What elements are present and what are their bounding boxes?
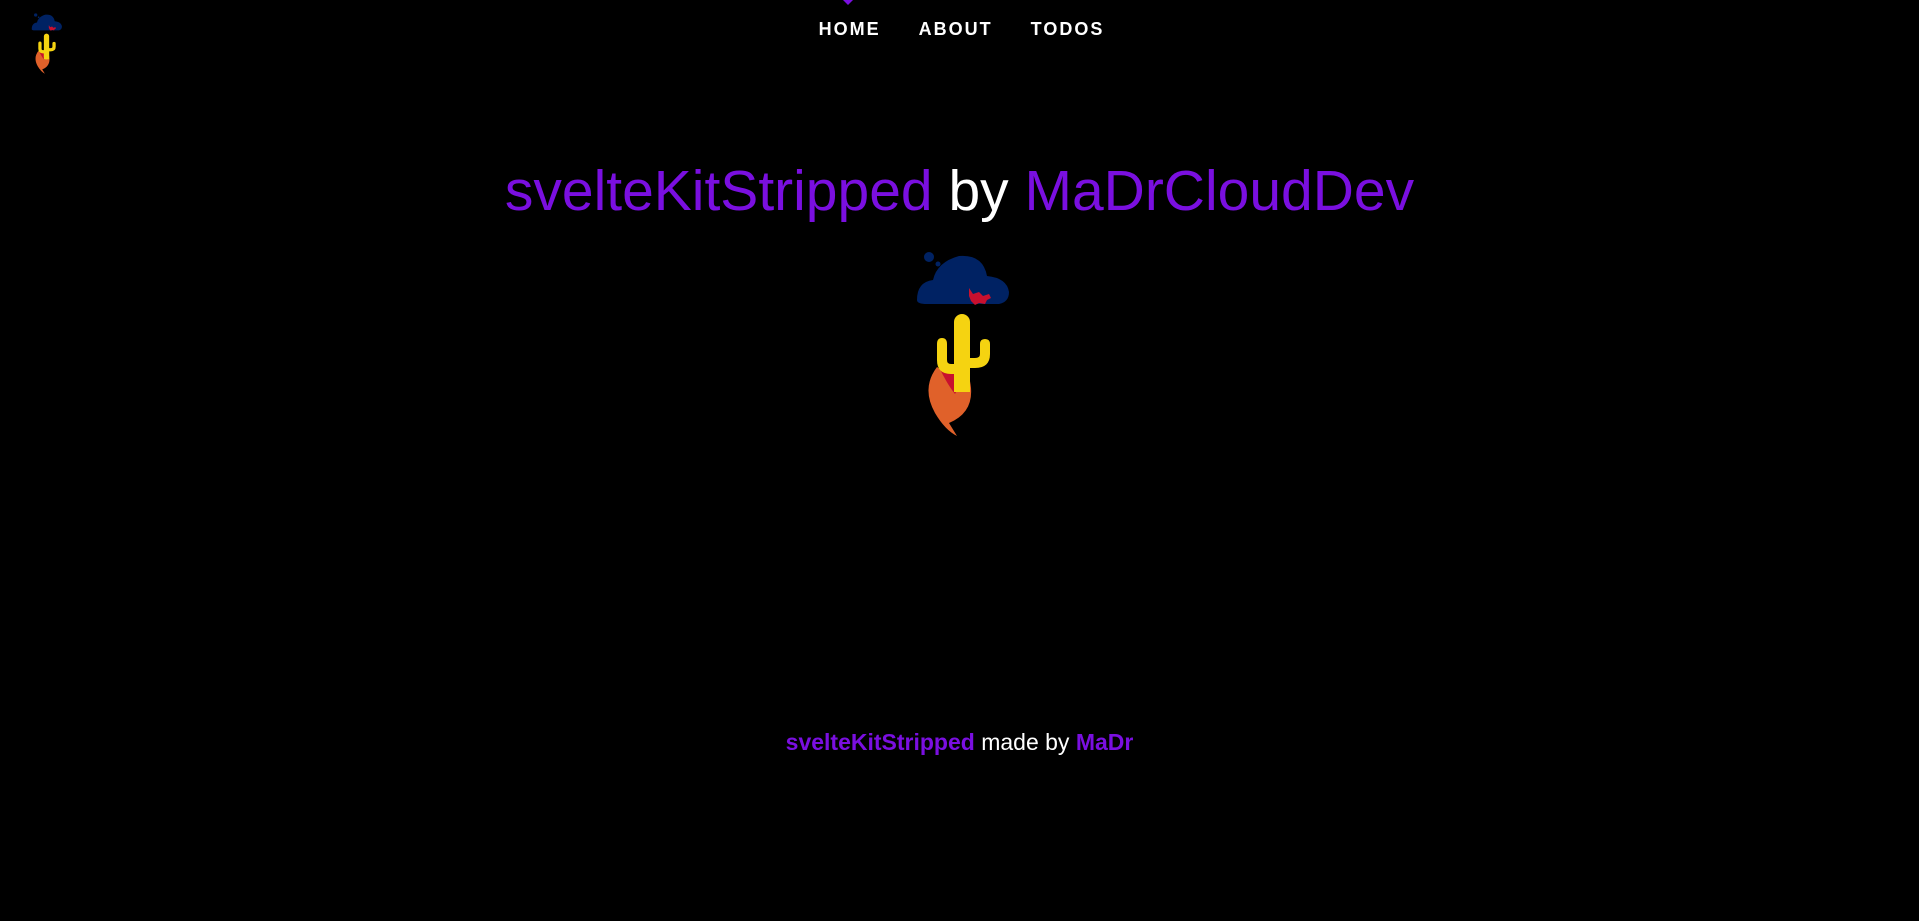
footer-made-by: made by xyxy=(974,729,1076,755)
cloud-cactus-flame-icon xyxy=(917,252,1009,436)
main-nav: HOME ABOUT TODOS xyxy=(0,18,1919,40)
page-title: svelteKitStripped by MaDrCloudDev xyxy=(0,158,1919,224)
active-nav-indicator xyxy=(843,0,853,5)
footer: svelteKitStripped made by MaDr xyxy=(0,728,1919,756)
footer-project-link[interactable]: svelteKitStripped xyxy=(786,729,975,755)
footer-author-link[interactable]: MaDr xyxy=(1076,729,1134,755)
hero-logo xyxy=(917,248,1010,443)
nav-item-home[interactable]: HOME xyxy=(819,18,881,40)
title-project-name: svelteKitStripped xyxy=(504,159,933,223)
title-by: by xyxy=(932,159,1025,223)
nav-item-about[interactable]: ABOUT xyxy=(919,18,993,40)
page: HOME ABOUT TODOS svelteKitStripped by Ma… xyxy=(0,0,1919,921)
nav-item-todos[interactable]: TODOS xyxy=(1031,18,1105,40)
title-author-name: MaDrCloudDev xyxy=(1024,159,1415,223)
